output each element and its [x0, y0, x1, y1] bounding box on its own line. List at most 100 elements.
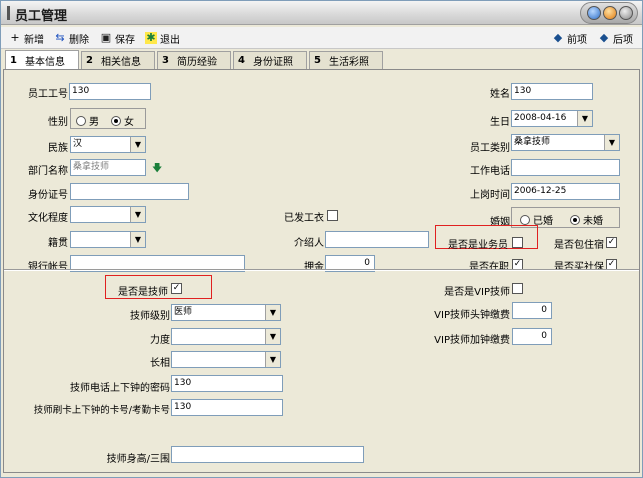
title-separator: [7, 6, 10, 20]
tab-number: 3: [162, 55, 169, 66]
radio-dot: [520, 214, 530, 225]
tech-phone-pwd-input[interactable]: 130: [171, 375, 283, 392]
exit-button[interactable]: ✱ 退出: [145, 31, 180, 46]
tab-label: 相关信息: [100, 57, 141, 68]
tech-level-value: 医师: [174, 307, 193, 317]
next-label: 后项: [613, 34, 633, 46]
meal-lodging-label: 是否包住宿: [554, 240, 604, 251]
chevron-down-icon[interactable]: ▼: [130, 232, 145, 247]
vip-add-fee-input[interactable]: 0: [512, 328, 552, 345]
arrow-down-icon[interactable]: 🡇: [152, 161, 162, 178]
chevron-down-icon[interactable]: ▼: [265, 329, 280, 344]
education-select[interactable]: ▼: [70, 206, 146, 223]
gender-label: 性别: [48, 117, 68, 128]
delete-icon: ⇆: [55, 31, 65, 44]
tab-number: 5: [314, 55, 321, 66]
chevron-down-icon[interactable]: ▼: [604, 135, 619, 150]
floppy-icon: ▣: [100, 31, 112, 44]
tech-body-input[interactable]: [171, 446, 364, 463]
education-label: 文化程度: [28, 213, 68, 224]
chevron-down-icon[interactable]: ▼: [265, 305, 280, 320]
tab-label: 身份证照: [252, 57, 293, 68]
window-controls: [580, 2, 638, 24]
employee-type-value: 桑拿技师: [514, 137, 551, 147]
tab-basic-info[interactable]: 1 基本信息: [5, 50, 79, 69]
prev-button[interactable]: ◆ 前项: [552, 31, 587, 46]
uniform-issued-checkbox[interactable]: [327, 210, 338, 221]
minimize-icon[interactable]: [587, 6, 601, 20]
work-phone-input[interactable]: [511, 159, 620, 176]
chevron-down-icon[interactable]: ▼: [130, 137, 145, 152]
vip-head-fee-label: VIP技师头钟缴费: [434, 310, 510, 321]
id-number-input[interactable]: [70, 183, 189, 200]
department-input[interactable]: 桑拿技师: [70, 159, 146, 176]
looks-label: 长相: [150, 358, 170, 369]
tab-resume[interactable]: 3 简历经验: [157, 51, 231, 69]
employee-type-label: 员工类别: [470, 143, 510, 154]
gender-male-radio[interactable]: 男: [76, 113, 99, 128]
delete-label: 删除: [69, 34, 89, 46]
maximize-icon[interactable]: [603, 6, 617, 20]
tab-related-info[interactable]: 2 相关信息: [81, 51, 155, 69]
employee-management-window: 员工管理 + 新增 ⇆ 删除 ▣ 保存 ✱ 退出 ◆ 前项 ◆ 后项 1 基本信…: [0, 0, 643, 478]
employee-no-input[interactable]: 130: [69, 83, 151, 100]
hire-date-input[interactable]: 2006-12-25: [511, 183, 620, 200]
is-technician-checkbox[interactable]: ✓: [171, 283, 182, 294]
chevron-down-icon[interactable]: ▼: [577, 111, 592, 126]
looks-select[interactable]: ▼: [171, 351, 281, 368]
exit-icon: ✱: [145, 31, 157, 44]
prev-label: 前项: [567, 34, 587, 46]
tab-strip: 1 基本信息 2 相关信息 3 简历经验 4 身份证照 5 生活彩照: [3, 50, 640, 69]
ethnicity-label: 民族: [48, 143, 68, 154]
strength-label: 力度: [150, 335, 170, 346]
radio-dot-selected: [111, 115, 121, 126]
tech-card-no-input[interactable]: 130: [171, 399, 283, 416]
tech-body-label: 技师身高/三围: [106, 454, 170, 465]
tech-level-label: 技师级别: [130, 311, 170, 322]
section-divider: [4, 269, 639, 271]
arrow-right-icon: ◆: [599, 31, 609, 44]
is-salesperson-checkbox[interactable]: [512, 237, 523, 248]
strength-select[interactable]: ▼: [171, 328, 281, 345]
basic-info-panel: 员工工号 130 姓名 130 性别 男 女 生日 2008-04-16 ▼ 民…: [3, 69, 640, 473]
chevron-down-icon[interactable]: ▼: [265, 352, 280, 367]
add-button[interactable]: + 新增: [9, 31, 44, 46]
gender-male-label: 男: [89, 117, 99, 128]
name-input[interactable]: 130: [511, 83, 593, 100]
close-icon[interactable]: [619, 6, 633, 20]
meal-lodging-checkbox[interactable]: ✓: [606, 237, 617, 248]
birthday-datepicker[interactable]: 2008-04-16 ▼: [511, 110, 593, 127]
gender-female-radio[interactable]: 女: [111, 113, 134, 128]
chevron-down-icon[interactable]: ▼: [130, 207, 145, 222]
is-vip-technician-checkbox[interactable]: [512, 283, 523, 294]
vip-head-fee-input[interactable]: 0: [512, 302, 552, 319]
save-button[interactable]: ▣ 保存: [100, 31, 135, 46]
hire-date-label: 上岗时间: [470, 190, 510, 201]
tab-life-photo[interactable]: 5 生活彩照: [309, 51, 383, 69]
marriage-single-radio[interactable]: 未婚: [570, 212, 603, 227]
employee-no-label: 员工工号: [28, 89, 68, 100]
delete-button[interactable]: ⇆ 删除: [54, 31, 89, 46]
native-place-label: 籍贯: [48, 238, 68, 249]
next-button[interactable]: ◆ 后项: [598, 31, 633, 46]
native-place-select[interactable]: ▼: [70, 231, 146, 248]
ethnicity-select[interactable]: 汉 ▼: [70, 136, 146, 153]
department-label: 部门名称: [28, 166, 68, 177]
birthday-label: 生日: [490, 117, 510, 128]
tech-level-select[interactable]: 医师 ▼: [171, 304, 281, 321]
name-label: 姓名: [490, 89, 510, 100]
is-vip-technician-label: 是否是VIP技师: [444, 287, 510, 298]
window-title: 员工管理: [15, 9, 68, 24]
radio-dot-selected: [570, 214, 580, 225]
is-technician-label: 是否是技师: [118, 287, 168, 298]
gender-female-label: 女: [124, 117, 134, 128]
referrer-input[interactable]: [325, 231, 429, 248]
tab-number: 4: [238, 55, 245, 66]
tech-card-no-label: 技师刷卡上下钟的卡号/考勤卡号: [33, 405, 170, 416]
uniform-issued-label: 已发工衣: [284, 213, 324, 224]
tech-phone-pwd-label: 技师电话上下钟的密码: [70, 383, 170, 394]
employee-type-select[interactable]: 桑拿技师 ▼: [511, 134, 620, 151]
toolbar: + 新增 ⇆ 删除 ▣ 保存 ✱ 退出 ◆ 前项 ◆ 后项: [1, 27, 642, 49]
tab-id-photo[interactable]: 4 身份证照: [233, 51, 307, 69]
work-phone-label: 工作电话: [470, 166, 510, 177]
